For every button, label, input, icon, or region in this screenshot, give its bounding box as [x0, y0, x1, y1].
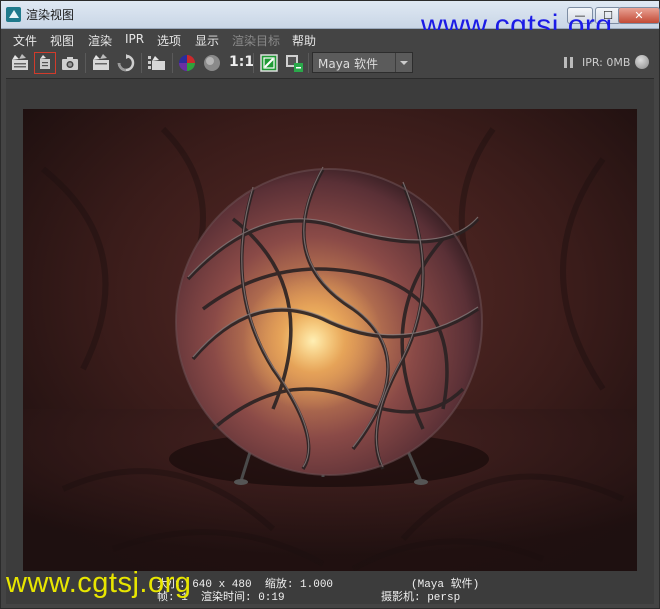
menu-view[interactable]: 视图 — [50, 32, 74, 49]
ipr-render-icon[interactable] — [90, 52, 112, 74]
maya-app-icon — [6, 7, 21, 22]
menu-file[interactable]: 文件 — [13, 32, 37, 49]
toolbar-separator — [308, 53, 309, 73]
render-region-icon[interactable] — [34, 52, 56, 74]
rgb-channels-icon[interactable] — [176, 52, 198, 74]
ipr-status-icon[interactable] — [635, 55, 649, 69]
snapshot-icon[interactable] — [59, 52, 81, 74]
ipr-memory-label: IPR: 0MB — [582, 56, 631, 69]
menu-render-target: 渲染目标 — [232, 34, 281, 48]
menu-help[interactable]: 帮助 — [292, 32, 316, 49]
close-button[interactable]: ✕ — [618, 7, 660, 24]
toolbar-separator — [172, 53, 173, 73]
renderer-dropdown[interactable]: Maya 软件 — [312, 52, 413, 73]
camera-info: 摄影机: persp — [381, 592, 461, 604]
menu-bar: 文件 视图 渲染 IPR 选项 显示 渲染目标 帮助 — [1, 30, 659, 50]
menu-options[interactable]: 选项 — [157, 32, 181, 49]
toolbar-separator — [253, 53, 254, 73]
menu-ipr[interactable]: IPR — [125, 32, 144, 46]
alpha-channel-icon[interactable] — [201, 52, 223, 74]
renderer-dropdown-value: Maya 软件 — [318, 57, 378, 71]
render-sequence-icon[interactable] — [146, 52, 168, 74]
toolbar-separator — [141, 53, 142, 73]
rendered-scene — [23, 109, 637, 571]
real-size-label[interactable]: 1:1 — [229, 54, 254, 70]
pause-icon[interactable] — [564, 57, 573, 68]
toolbar-separator — [85, 53, 86, 73]
refresh-ipr-icon[interactable] — [115, 52, 137, 74]
menu-display[interactable]: 显示 — [195, 32, 219, 49]
window-title: 渲染视图 — [26, 8, 75, 22]
keep-image-icon[interactable] — [258, 52, 280, 74]
redo-render-icon[interactable] — [9, 52, 31, 74]
render-view-window: 渲染视图 — ☐ ✕ www.cgtsj.org 文件 视图 渲染 IPR 选项… — [0, 0, 660, 609]
watermark-bottom: www.cgtsj.org — [6, 567, 192, 599]
menu-render[interactable]: 渲染 — [88, 32, 112, 49]
chevron-down-icon[interactable] — [395, 53, 412, 72]
rendered-image — [23, 109, 637, 571]
remove-image-icon[interactable] — [283, 52, 305, 74]
